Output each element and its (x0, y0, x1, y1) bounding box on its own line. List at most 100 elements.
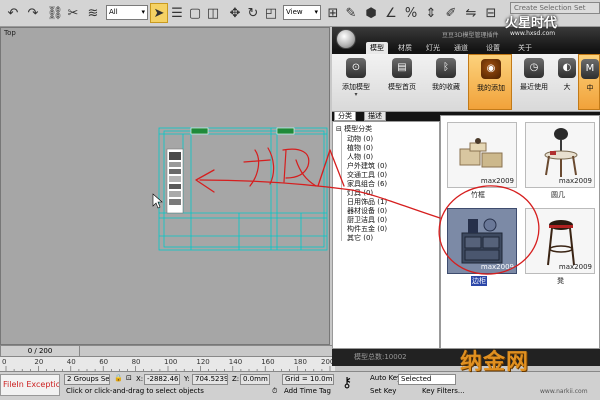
add-model-dropdown-icon[interactable]: ▾ (334, 91, 378, 98)
window-block-right (276, 127, 295, 135)
tree-root[interactable]: ⊟ 模型分类 (336, 124, 372, 134)
x-coordinate-label: X: (136, 375, 144, 383)
z-coordinate-label: Z: (232, 375, 240, 383)
hxsd-watermark: 火星时代 (505, 16, 558, 31)
add-model-button[interactable]: ⊙ 添加模型 ▾ (334, 54, 378, 110)
tree-connector (341, 131, 342, 241)
model-caption: 凳 (557, 277, 564, 285)
z-coordinate-field[interactable]: 0.0mm (240, 374, 270, 385)
clock-icon: ◷ (524, 58, 544, 78)
time-tag-icon: ⏱ (272, 387, 278, 395)
ruler-tick-label: 60 (99, 358, 109, 366)
model-thumbnail[interactable]: max2009 (525, 208, 595, 274)
mirror-icon[interactable]: ⇋ (462, 3, 480, 23)
ruler-tick-label: 120 (196, 358, 210, 366)
pivot-center-icon[interactable]: ⊞ (324, 3, 342, 23)
rectangle-selection-icon[interactable]: ▢ (186, 3, 204, 23)
unlink-icon[interactable]: ✂ (64, 3, 82, 23)
rss-icon: ⊙ (346, 58, 366, 78)
selection-filter-select[interactable]: All (106, 5, 148, 20)
tab-channels[interactable]: 通道 (450, 42, 472, 54)
y-coordinate-field[interactable]: 704.5239 (192, 374, 228, 385)
format-badge: max2009 (558, 177, 592, 185)
ruler-tick-label: 140 (228, 358, 243, 366)
format-badge: max2009 (480, 177, 514, 185)
mouse-cursor (152, 193, 163, 209)
ruler-tick-label: 160 (261, 358, 275, 366)
angle-snap-icon[interactable]: ∠ (382, 3, 400, 23)
narkii-watermark: 纳金网 (460, 349, 530, 375)
top-viewport[interactable]: Top (0, 27, 331, 355)
select-link-icon[interactable]: ⛓ (46, 3, 64, 23)
undo-icon[interactable]: ↶ (4, 3, 22, 23)
rotate-icon[interactable]: ↻ (244, 3, 262, 23)
size-medium-label: 中 (586, 84, 594, 92)
y-coordinate-label: Y: (184, 375, 190, 383)
ruler-tick-label: 40 (66, 358, 76, 366)
edit-named-selection-icon[interactable]: ✐ (442, 3, 460, 23)
size-medium-icon: M (581, 59, 599, 79)
ruler-tick-label: 80 (131, 358, 141, 366)
window-crossing-icon[interactable]: ◫ (204, 3, 222, 23)
recently-used-button[interactable]: ◷ 最近使用 (512, 54, 556, 110)
model-home-button[interactable]: ▤ 模型首页 (380, 54, 424, 110)
model-thumbnail[interactable]: max2009 (525, 122, 595, 188)
redo-icon[interactable]: ↷ (24, 3, 42, 23)
absolute-mode-icon[interactable]: ⊡ (124, 374, 136, 385)
align-icon[interactable]: ⊟ (482, 3, 500, 23)
snap-toggle-icon[interactable]: ⬢ (362, 3, 380, 23)
size-large-button[interactable]: ◐ 大 (556, 54, 578, 110)
add-time-tag-button[interactable]: Add Time Tag (282, 387, 334, 398)
spinner-snap-icon[interactable]: ⇕ (422, 3, 440, 23)
percent-snap-icon[interactable]: % (402, 3, 420, 23)
tab-materials[interactable]: 材质 (394, 42, 416, 54)
narkii-watermark-url: www.narkii.com (540, 388, 588, 395)
tab-lights[interactable]: 灯光 (422, 42, 444, 54)
auto-key-button[interactable]: Auto Key (368, 374, 398, 385)
model-thumbnail[interactable]: max2009 (447, 122, 517, 188)
reference-coordinate-select[interactable]: View (283, 5, 321, 20)
key-icon[interactable]: ⚷ (342, 375, 352, 391)
tab-description[interactable]: 描述 (364, 111, 386, 121)
model-thumbnail-selected[interactable]: max2009 (447, 208, 517, 274)
size-medium-button[interactable]: M 中 (578, 54, 600, 110)
tab-category[interactable]: 分类 (334, 111, 356, 121)
my-additions-button[interactable]: ◉ 我的添加 (468, 54, 512, 110)
scale-icon[interactable]: ◰ (262, 3, 280, 23)
ruler-tick-label: 0 (2, 358, 7, 366)
key-selection-select[interactable]: Selected (398, 374, 456, 385)
set-key-button[interactable]: Set Key (368, 387, 398, 398)
x-coordinate-field[interactable]: -2882.468 (144, 374, 180, 385)
tab-about[interactable]: 关于 (514, 42, 536, 54)
bind-spacewarp-icon[interactable]: ≋ (84, 3, 102, 23)
category-tree: ⊟ 模型分类 动物 (0) 植物 (0) 人物 (0) 户外建筑 (0) 交通工具 (0… (332, 121, 440, 349)
maxscript-listener-field[interactable]: FileIn Exception (0, 374, 60, 396)
collapse-icon[interactable]: ⊟ (336, 125, 344, 133)
hxsd-watermark-url: www.hxsd.com (510, 30, 556, 37)
lock-icon[interactable]: 🔒 (112, 374, 122, 385)
tab-models[interactable]: 模型 (366, 42, 388, 54)
model-caption: 竹框 (471, 191, 485, 199)
select-object-icon[interactable]: ➤ (150, 3, 168, 23)
ruler-tick-label: 180 (293, 358, 307, 366)
my-additions-label: 我的添加 (477, 84, 505, 92)
app-logo-icon[interactable] (336, 29, 356, 49)
tree-root-label: 模型分类 (344, 125, 373, 133)
select-manipulate-icon[interactable]: ✎ (342, 3, 360, 23)
move-icon[interactable]: ✥ (226, 3, 244, 23)
model-caption-selected: 边柜 (471, 276, 487, 286)
my-favorites-button[interactable]: ᛒ 我的收藏 (424, 54, 468, 110)
grid-size-field: Grid = 10.0mm (282, 374, 334, 385)
category-tabs: 分类 描述 (332, 111, 442, 121)
prompt-line: Click or click-and-drag to select object… (66, 387, 204, 395)
track-bar-ruler[interactable]: 0 20 40 60 80 100 120 140 160 180 200 (0, 356, 335, 372)
tab-settings[interactable]: 设置 (482, 42, 504, 54)
book-icon: ▤ (392, 58, 412, 78)
model-library-panel: 豆豆3D模型管理插件 模型 材质 灯光 通道 设置 关于 ⊙ 添加模型 ▾ ▤ … (332, 27, 600, 366)
model-caption: 圆几 (551, 191, 565, 199)
my-favorites-label: 我的收藏 (432, 83, 460, 91)
key-filters-button[interactable]: Key Filters... (420, 387, 470, 398)
window-block-left (190, 127, 209, 135)
select-by-name-icon[interactable]: ☰ (168, 3, 186, 23)
tree-item[interactable]: 其它 (0) (347, 233, 373, 243)
